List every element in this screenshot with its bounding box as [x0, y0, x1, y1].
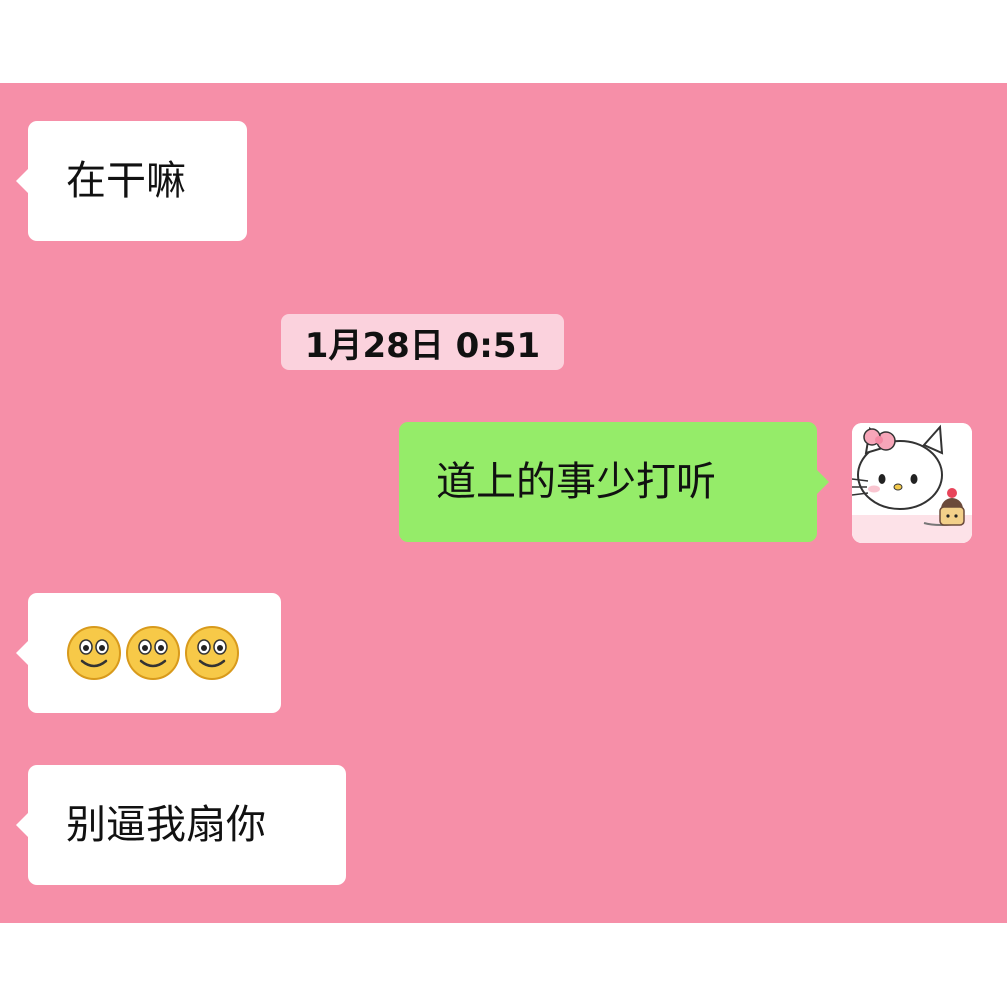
message-text: 别逼我扇你: [66, 802, 266, 848]
smile-emoji-icon: [185, 626, 239, 680]
message-text: 道上的事少打听: [436, 459, 716, 505]
incoming-message-bubble[interactable]: 在干嘛: [16, 121, 247, 241]
hello-kitty-avatar-icon[interactable]: [852, 423, 972, 543]
chat-area[interactable]: 在干嘛 1月28日 0:51 道上的事少打听 别逼我扇你: [0, 83, 1007, 923]
incoming-message-bubble[interactable]: 别逼我扇你: [16, 765, 346, 885]
incoming-emoji-bubble[interactable]: [16, 593, 281, 713]
timestamp-label: 1月28日 0:51: [281, 314, 564, 370]
message-text: 在干嘛: [66, 158, 186, 204]
outgoing-message-bubble[interactable]: 道上的事少打听: [399, 422, 829, 542]
smile-emoji-icon: [126, 626, 180, 680]
avatar-image: [852, 423, 972, 543]
smile-emoji-icon: [67, 626, 121, 680]
screenshot-frame: 在干嘛 1月28日 0:51 道上的事少打听 别逼我扇你: [0, 0, 1007, 1007]
